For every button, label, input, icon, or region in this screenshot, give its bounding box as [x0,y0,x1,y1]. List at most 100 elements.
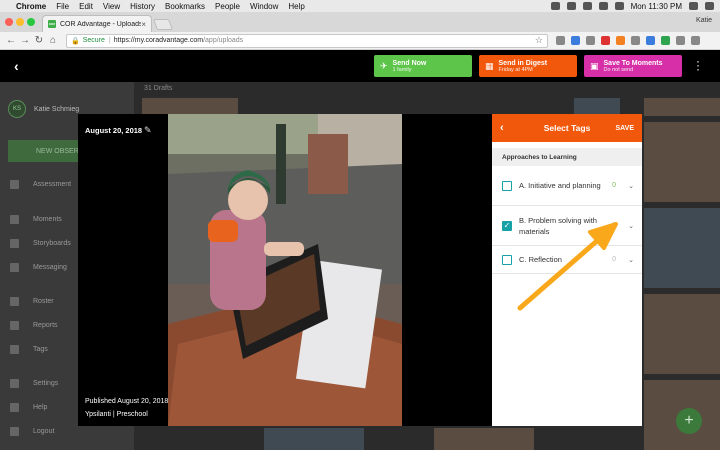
extension-icon-5[interactable] [616,36,625,45]
draft-thumbnail[interactable] [644,98,720,116]
battery-icon[interactable] [614,2,624,10]
zoom-window-icon[interactable] [27,18,35,26]
tag-checkbox[interactable] [502,254,512,265]
sidebar-item-label: Reports [33,322,58,329]
bookmark-star-icon[interactable]: ☆ [535,35,543,46]
menu-history[interactable]: History [130,2,155,11]
sidebar-item-logout[interactable]: Logout [10,427,54,436]
pencil-icon[interactable]: ✎ [144,125,152,136]
browser-tab-strip: cor COR Advantage - Uploads × Katie [0,12,720,32]
extension-icon-3[interactable] [586,36,595,45]
browser-tab-cor-advantage[interactable]: cor COR Advantage - Uploads × [42,15,152,32]
extension-icon-6[interactable] [631,36,640,45]
select-tags-panel: ‹ Select Tags SAVE Approaches to Learnin… [492,114,642,426]
save-tags-button[interactable]: SAVE [615,125,634,132]
wifi-icon[interactable] [582,2,592,10]
tag-count: 0 [612,182,616,189]
search-icon[interactable] [689,2,698,10]
calendar-icon: ▦ [485,60,494,71]
send-digest-sub: Friday at 4PM [498,66,533,73]
send-in-digest-button[interactable]: ▦ Send in Digest Friday at 4PM [479,55,577,77]
draft-thumbnail[interactable] [434,428,534,450]
close-window-icon[interactable] [5,18,13,26]
sidebar-item-tags[interactable]: Tags [10,345,48,354]
menu-help[interactable]: Help [288,2,304,11]
tag-checkbox[interactable] [502,180,512,191]
user-profile[interactable]: KS Katie Schmieg [8,100,79,118]
sidebar-item-label: Messaging [33,264,67,271]
menu-bookmarks[interactable]: Bookmarks [165,2,205,11]
extension-icon-1[interactable] [556,36,565,45]
reload-icon[interactable]: ↻ [32,35,46,46]
minimize-window-icon[interactable] [16,18,24,26]
logout-icon [10,427,19,436]
draft-thumbnail[interactable] [264,428,364,450]
send-digest-title: Send in Digest [498,59,548,67]
more-vertical-icon[interactable]: · · · [696,55,700,75]
moments-icon [10,215,19,224]
chevron-down-icon[interactable]: ⌄ [628,182,634,190]
menu-view[interactable]: View [103,2,120,11]
sidebar-item-roster[interactable]: Roster [10,297,54,306]
sidebar-item-label: Tags [33,346,48,353]
back-arrow-icon[interactable]: ← [4,35,18,46]
sidebar-item-label: Moments [33,216,62,223]
draft-thumbnail[interactable] [644,208,720,288]
add-observation-fab[interactable]: + [676,408,702,434]
tags-section-header: Approaches to Learning [492,148,642,166]
back-chevron-icon[interactable]: ‹ [14,58,19,74]
menu-file[interactable]: File [56,2,69,11]
observation-info: August 20, 2018 ✎ Published August 20, 2… [78,114,168,426]
extension-icon[interactable] [566,2,576,10]
sidebar-item-help[interactable]: Help [10,403,47,412]
tag-row-reflection[interactable]: C. Reflection 0 ⌄ [492,246,642,274]
tag-row-initiative-planning[interactable]: A. Initiative and planning 0 ⌄ [492,166,642,206]
address-bar[interactable]: 🔒 Secure | https://my.coradvantage.com /… [66,33,548,48]
new-tab-button[interactable] [152,19,174,30]
menu-list-icon[interactable] [705,2,714,10]
sidebar-item-label: Roster [33,298,54,305]
sidebar-item-settings[interactable]: Settings [10,379,58,388]
tag-label: B. Problem solving with materials [519,215,597,236]
roster-icon [10,297,19,306]
url-path: /app/uploads [203,37,244,44]
chevron-down-icon[interactable]: ⌄ [628,222,634,230]
sidebar-item-messaging[interactable]: Messaging [10,263,67,272]
chrome-menu-icon[interactable] [691,36,700,45]
sidebar-item-reports[interactable]: Reports [10,321,58,330]
draft-thumbnail[interactable] [644,122,720,202]
sidebar-item-moments[interactable]: Moments [10,215,62,224]
sidebar-item-storyboards[interactable]: Storyboards [10,239,71,248]
send-now-button[interactable]: ✈ Send Now 1 family [374,55,472,77]
tab-close-icon[interactable]: × [141,20,146,29]
menu-clock[interactable]: Mon 11:30 PM [631,2,682,11]
extension-icon-2[interactable] [571,36,580,45]
tag-checkbox-checked[interactable]: ✓ [502,220,512,231]
extension-icon-8[interactable] [661,36,670,45]
menu-app[interactable]: Chrome [16,2,46,11]
app-header: ‹ ✈ Send Now 1 family ▦ Send in Digest F… [0,50,720,82]
forward-arrow-icon[interactable]: → [18,35,32,46]
sidebar-item-assessment[interactable]: Assessment [10,180,71,189]
back-chevron-icon[interactable]: ‹ [500,122,504,134]
draft-thumbnail[interactable] [644,294,720,374]
extension-icon-9[interactable] [676,36,685,45]
chevron-down-icon[interactable]: ⌄ [628,256,634,264]
menu-people[interactable]: People [215,2,240,11]
bluetooth-icon[interactable] [598,2,608,10]
home-icon[interactable]: ⌂ [46,35,60,46]
extension-icon-4[interactable] [601,36,610,45]
tag-label: A. Initiative and planning [519,181,601,190]
browser-profile-name[interactable]: Katie [696,17,712,24]
drafts-count: 31 Drafts [144,85,173,92]
menu-window[interactable]: Window [250,2,278,11]
dropbox-icon[interactable] [550,2,560,10]
tag-row-problem-solving[interactable]: ✓ B. Problem solving with materials 0 ⌄ [492,206,642,246]
extension-icon-7[interactable] [646,36,655,45]
menu-edit[interactable]: Edit [79,2,93,11]
save-to-moments-button[interactable]: ▣ Save To Moments Do not send [584,55,682,77]
gear-icon [10,379,19,388]
sidebar-item-label: Help [33,404,48,411]
observation-date: August 20, 2018 [85,126,143,135]
menu-bar-status: Mon 11:30 PM [550,2,714,11]
